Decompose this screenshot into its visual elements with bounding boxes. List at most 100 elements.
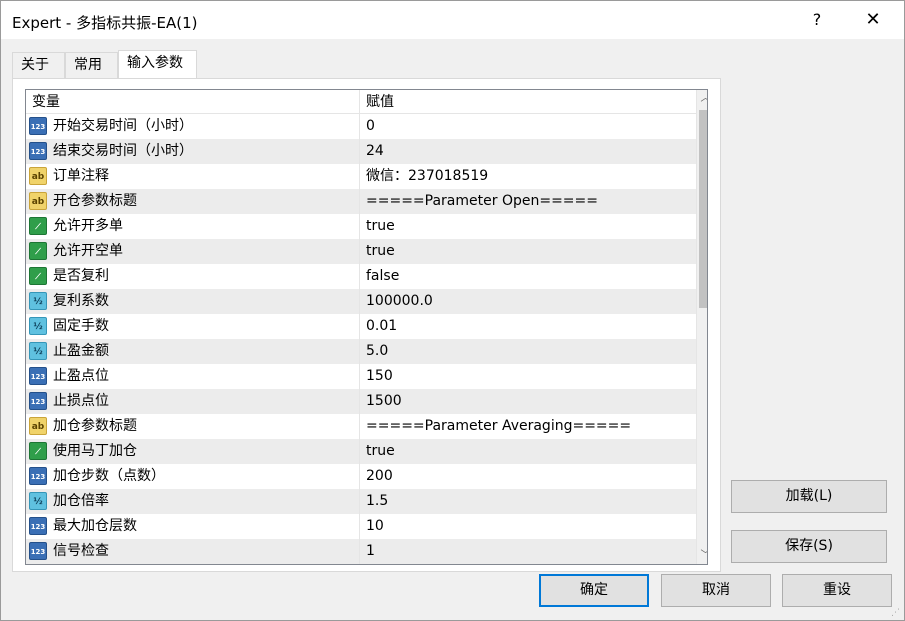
variable-cell[interactable]: ⟋ 使用马丁加仓: [26, 439, 360, 464]
integer-type-icon: 123: [29, 517, 47, 535]
value-cell[interactable]: 0: [361, 114, 696, 139]
value-cell[interactable]: 200: [361, 464, 696, 489]
variable-name: 复利系数: [53, 293, 109, 309]
save-button[interactable]: 保存(S): [731, 530, 887, 563]
table-row[interactable]: ⟋ 允许开空单 true: [26, 239, 696, 264]
double-type-icon: ½: [29, 292, 47, 310]
variable-name: 订单注释: [53, 168, 109, 184]
variable-cell[interactable]: 123 结束交易时间（小时）: [26, 139, 360, 164]
table-row[interactable]: 123 止盈点位 150: [26, 364, 696, 389]
inputs-panel: 变量 赋值 123 开始交易时间（小时） 0 123 结束交易时间（小时） 24 ab 订单注…: [12, 78, 721, 572]
value-cell[interactable]: true: [361, 239, 696, 264]
string-type-icon: ab: [29, 167, 47, 185]
reset-button[interactable]: 重设: [782, 574, 892, 607]
variable-name: 止盈点位: [53, 368, 109, 384]
scroll-up-icon[interactable]: ︿: [697, 90, 708, 107]
vertical-scrollbar[interactable]: ︿ ﹀: [696, 90, 708, 564]
value-cell[interactable]: 150: [361, 364, 696, 389]
tab-about[interactable]: 关于: [12, 52, 65, 78]
variable-name: 允许开多单: [53, 218, 123, 234]
table-row[interactable]: ½ 加仓倍率 1.5: [26, 489, 696, 514]
double-type-icon: ½: [29, 492, 47, 510]
double-type-icon: ½: [29, 342, 47, 360]
integer-type-icon: 123: [29, 367, 47, 385]
value-cell[interactable]: 微信：237018519: [361, 164, 696, 189]
value-cell[interactable]: 10: [361, 514, 696, 539]
load-button[interactable]: 加载(L): [731, 480, 887, 513]
variable-cell[interactable]: 123 止损点位: [26, 389, 360, 414]
variable-cell[interactable]: ⟋ 允许开空单: [26, 239, 360, 264]
value-cell[interactable]: true: [361, 214, 696, 239]
variable-cell[interactable]: ⟋ 允许开多单: [26, 214, 360, 239]
boolean-type-icon: ⟋: [29, 442, 47, 460]
window-title: Expert - 多指标共振-EA(1): [12, 14, 198, 32]
variable-name: 止盈金额: [53, 343, 109, 359]
value-cell[interactable]: 1500: [361, 389, 696, 414]
value-cell[interactable]: 0.01: [361, 314, 696, 339]
table-row[interactable]: ⟋ 使用马丁加仓 true: [26, 439, 696, 464]
variable-cell[interactable]: ½ 固定手数: [26, 314, 360, 339]
boolean-type-icon: ⟋: [29, 217, 47, 235]
table-row[interactable]: 123 开始交易时间（小时） 0: [26, 114, 696, 139]
integer-type-icon: 123: [29, 392, 47, 410]
value-cell[interactable]: true: [361, 439, 696, 464]
table-row[interactable]: 123 信号检查 1: [26, 539, 696, 564]
value-cell[interactable]: 24: [361, 139, 696, 164]
variable-cell[interactable]: 123 止盈点位: [26, 364, 360, 389]
scrollbar-thumb[interactable]: [699, 110, 707, 308]
value-cell[interactable]: 100000.0: [361, 289, 696, 314]
table-row[interactable]: ab 加仓参数标题 =====Parameter Averaging=====: [26, 414, 696, 439]
table-row[interactable]: ⟋ 是否复利 false: [26, 264, 696, 289]
variable-cell[interactable]: ½ 止盈金额: [26, 339, 360, 364]
table-row[interactable]: 123 最大加仓层数 10: [26, 514, 696, 539]
boolean-type-icon: ⟋: [29, 242, 47, 260]
close-icon[interactable]: ✕: [853, 6, 893, 34]
variable-cell[interactable]: ab 开仓参数标题: [26, 189, 360, 214]
variable-name: 结束交易时间（小时）: [53, 143, 193, 159]
variable-name: 固定手数: [53, 318, 109, 334]
variable-name: 加仓参数标题: [53, 418, 137, 434]
value-cell[interactable]: 1.5: [361, 489, 696, 514]
boolean-type-icon: ⟋: [29, 267, 47, 285]
scroll-down-icon[interactable]: ﹀: [697, 547, 708, 564]
column-header-value[interactable]: 赋值: [360, 90, 696, 114]
table-row[interactable]: 123 结束交易时间（小时） 24: [26, 139, 696, 164]
ok-button[interactable]: 确定: [539, 574, 649, 607]
value-cell[interactable]: false: [361, 264, 696, 289]
resize-grip-icon[interactable]: ⋰: [891, 607, 903, 619]
table-row[interactable]: ½ 复利系数 100000.0: [26, 289, 696, 314]
string-type-icon: ab: [29, 417, 47, 435]
variable-cell[interactable]: ab 加仓参数标题: [26, 414, 360, 439]
value-cell[interactable]: 5.0: [361, 339, 696, 364]
variable-cell[interactable]: ab 订单注释: [26, 164, 360, 189]
help-icon[interactable]: ?: [797, 6, 837, 34]
table-row[interactable]: ab 开仓参数标题 =====Parameter Open=====: [26, 189, 696, 214]
value-cell[interactable]: =====Parameter Open=====: [361, 189, 696, 214]
table-row[interactable]: 123 止损点位 1500: [26, 389, 696, 414]
value-cell[interactable]: 1: [361, 539, 696, 564]
parameters-grid: 变量 赋值 123 开始交易时间（小时） 0 123 结束交易时间（小时） 24 ab 订单注…: [25, 89, 708, 565]
integer-type-icon: 123: [29, 142, 47, 160]
value-cell[interactable]: =====Parameter Averaging=====: [361, 414, 696, 439]
table-row[interactable]: ½ 止盈金额 5.0: [26, 339, 696, 364]
grid-header: 变量 赋值: [26, 90, 696, 114]
table-row[interactable]: ½ 固定手数 0.01: [26, 314, 696, 339]
variable-cell[interactable]: ½ 复利系数: [26, 289, 360, 314]
variable-cell[interactable]: 123 最大加仓层数: [26, 514, 360, 539]
tab-inputs[interactable]: 输入参数: [118, 50, 197, 79]
column-header-variable[interactable]: 变量: [26, 90, 360, 114]
tab-common[interactable]: 常用: [65, 52, 118, 78]
variable-cell[interactable]: ½ 加仓倍率: [26, 489, 360, 514]
variable-name: 允许开空单: [53, 243, 123, 259]
integer-type-icon: 123: [29, 467, 47, 485]
variable-cell[interactable]: 123 加仓步数（点数）: [26, 464, 360, 489]
variable-cell[interactable]: 123 开始交易时间（小时）: [26, 114, 360, 139]
table-row[interactable]: ab 订单注释 微信：237018519: [26, 164, 696, 189]
table-row[interactable]: 123 加仓步数（点数） 200: [26, 464, 696, 489]
table-row[interactable]: ⟋ 允许开多单 true: [26, 214, 696, 239]
variable-cell[interactable]: 123 信号检查: [26, 539, 360, 564]
cancel-button[interactable]: 取消: [661, 574, 771, 607]
variable-name: 最大加仓层数: [53, 518, 137, 534]
integer-type-icon: 123: [29, 117, 47, 135]
variable-cell[interactable]: ⟋ 是否复利: [26, 264, 360, 289]
